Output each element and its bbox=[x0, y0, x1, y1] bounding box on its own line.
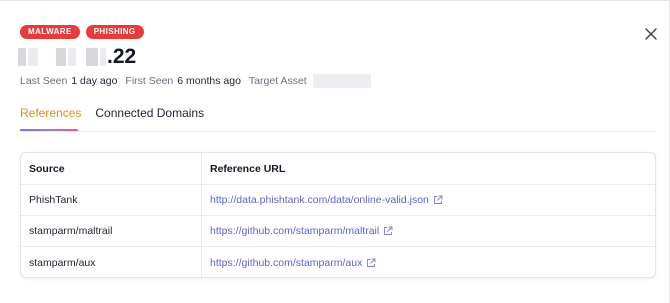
tab-references[interactable]: References bbox=[20, 105, 81, 133]
column-header-reference-url: Reference URL bbox=[210, 162, 286, 175]
redacted-ip-segment bbox=[100, 48, 106, 66]
phishing-badge: PHISHING bbox=[85, 25, 144, 39]
tab-connected-domains-label: Connected Domains bbox=[95, 106, 205, 120]
table-row: stamparm/maltrail https://github.com/sta… bbox=[21, 216, 655, 247]
table-row: stamparm/aux https://github.com/stamparm… bbox=[21, 247, 655, 277]
tabs-divider bbox=[20, 131, 656, 132]
external-link-icon[interactable] bbox=[383, 226, 393, 236]
redacted-ip-segment bbox=[86, 48, 98, 66]
reference-link[interactable]: http://data.phishtank.com/data/online-va… bbox=[210, 194, 429, 206]
malware-badge: MALWARE bbox=[20, 25, 80, 39]
last-seen-value: 1 day ago bbox=[71, 75, 118, 87]
source-cell: stamparm/maltrail bbox=[21, 216, 202, 246]
url-cell: https://github.com/stamparm/maltrail bbox=[202, 216, 655, 246]
external-link-icon[interactable] bbox=[366, 258, 376, 268]
redacted-target-asset bbox=[312, 74, 371, 88]
source-cell: stamparm/aux bbox=[21, 247, 202, 277]
url-cell: http://data.phishtank.com/data/online-va… bbox=[202, 185, 655, 215]
source-cell: PhishTank bbox=[21, 185, 202, 215]
redacted-ip-segment bbox=[18, 48, 26, 66]
table-row: PhishTank http://data.phishtank.com/data… bbox=[21, 185, 655, 216]
page-title: .22 bbox=[18, 45, 136, 69]
reference-link[interactable]: https://github.com/stamparm/aux bbox=[210, 257, 362, 269]
first-seen-label: First Seen bbox=[125, 75, 174, 87]
ip-suffix: .22 bbox=[107, 45, 137, 68]
target-asset-label: Target Asset bbox=[248, 75, 307, 87]
external-link-icon[interactable] bbox=[433, 195, 443, 205]
details-panel: MALWARE PHISHING .22 Last Seen 1 day ago… bbox=[0, 0, 670, 303]
tab-connected-domains[interactable]: Connected Domains bbox=[95, 105, 204, 133]
redacted-ip-segment bbox=[28, 48, 38, 66]
references-table: Source Reference URL PhishTank http://da… bbox=[20, 152, 656, 278]
close-icon[interactable] bbox=[644, 27, 658, 41]
reference-link[interactable]: https://github.com/stamparm/maltrail bbox=[210, 225, 379, 237]
last-seen-label: Last Seen bbox=[20, 75, 68, 87]
meta-info: Last Seen 1 day ago First Seen 6 months … bbox=[20, 74, 371, 88]
first-seen-value: 6 months ago bbox=[177, 75, 241, 87]
table-header-row: Source Reference URL bbox=[21, 153, 655, 185]
tab-bar: References Connected Domains bbox=[20, 105, 204, 133]
tab-references-label: References bbox=[20, 106, 82, 120]
column-header-source: Source bbox=[21, 153, 202, 184]
threat-badges: MALWARE PHISHING bbox=[20, 25, 144, 39]
redacted-ip-segment bbox=[68, 48, 76, 66]
redacted-ip-segment bbox=[56, 48, 66, 66]
url-cell: https://github.com/stamparm/aux bbox=[202, 247, 655, 277]
